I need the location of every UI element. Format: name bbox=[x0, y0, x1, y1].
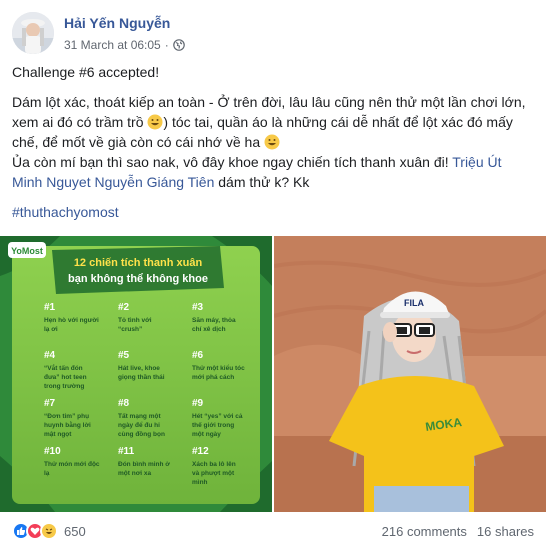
poster-item-text: lạ bbox=[44, 470, 50, 477]
poster-item-text: Săn máy, thỏa bbox=[192, 317, 236, 324]
poster-item-text: trong trường bbox=[44, 383, 84, 390]
poster-item-text: Thử một kiểu tóc bbox=[192, 364, 245, 372]
post-paragraph-3: Ủa còn mí bạn thì sao nak, vô đây khoe n… bbox=[12, 152, 532, 192]
mention-link[interactable]: Nguyet Nguyễn bbox=[46, 174, 143, 190]
poster-item-text: Thử món mới độc bbox=[44, 461, 100, 468]
poster-item-text: đưa” hot teen bbox=[44, 374, 87, 381]
author-name[interactable]: Hải Yến Nguyễn bbox=[64, 15, 170, 31]
paragraph-3-text-a: Ủa còn mí bạn thì sao nak, vô đây khoe n… bbox=[12, 154, 453, 170]
poster-item-text: “Đơn tim” phụ bbox=[44, 413, 89, 420]
post-images: YoMost 12 chiến tích thanh xuân bạn khôn… bbox=[0, 236, 546, 512]
post-header: Hải Yến Nguyễn 31 March at 06:05 · bbox=[12, 10, 532, 56]
poster-item-number: #7 bbox=[44, 398, 56, 409]
poster-item-number: #4 bbox=[44, 350, 56, 361]
poster-item-number: #12 bbox=[192, 446, 209, 457]
poster-item-number: #10 bbox=[44, 446, 61, 457]
shares-count[interactable]: 16 shares bbox=[477, 524, 534, 539]
paragraph-3-text-b: dám thử k? Kk bbox=[214, 174, 310, 190]
poster-item-text: Hẹn hò với người bbox=[44, 317, 99, 324]
poster-item-text: ngày để đu hi bbox=[118, 421, 160, 429]
poster-item-text: chí xê dịch bbox=[192, 326, 226, 333]
engagement-stats: 216 comments 16 shares bbox=[382, 524, 534, 539]
poster-item-text: thế giới trong bbox=[192, 421, 234, 429]
poster-item-number: #8 bbox=[118, 398, 130, 409]
poster-item-text: Tất mạng một bbox=[118, 412, 161, 420]
poster-item-number: #1 bbox=[44, 302, 56, 313]
poster-item-text: một nơi xa bbox=[118, 470, 152, 477]
poster-item-text: và phượt một bbox=[192, 470, 235, 477]
poster-item-text: mật ngọt bbox=[44, 431, 72, 438]
cap-text: FILA bbox=[404, 298, 424, 308]
poster-item-text: huynh bằng lời bbox=[44, 420, 91, 429]
grin-emoji-icon bbox=[147, 114, 163, 130]
grin-emoji-icon bbox=[264, 134, 280, 150]
poster-item-text: Đón bình minh ở bbox=[118, 461, 170, 468]
poster-title-line1: 12 chiến tích thanh xuân bbox=[74, 257, 203, 269]
poster-title-line2: bạn không thể không khoe bbox=[68, 273, 208, 285]
facebook-post: Hải Yến Nguyễn 31 March at 06:05 · Chall… bbox=[0, 0, 546, 553]
reaction-count[interactable]: 650 bbox=[64, 524, 86, 539]
reactions-summary[interactable]: 650 bbox=[12, 522, 86, 540]
poster-item-text: “Vắt tấn đón bbox=[44, 363, 83, 372]
haha-icon bbox=[40, 522, 58, 540]
poster-item-text: mới phá cách bbox=[192, 374, 234, 381]
poster-item-text: Xách ba lô lên bbox=[192, 461, 236, 468]
poster-item-text: cùng đồng bọn bbox=[118, 429, 165, 438]
post-message: Challenge #6 accepted! Dám lột xác, thoá… bbox=[12, 62, 532, 232]
hashtag-link[interactable]: #thuthachyomost bbox=[12, 202, 532, 222]
comments-count[interactable]: 216 comments bbox=[382, 524, 467, 539]
meta-separator: · bbox=[164, 38, 169, 52]
photo-image[interactable]: MOKA FILA bbox=[274, 236, 546, 512]
poster-item-text: mình bbox=[192, 479, 208, 486]
poster-item-text: một ngày bbox=[192, 431, 221, 438]
poster-item-text: Hét “yes” với cả bbox=[192, 413, 243, 420]
globe-icon[interactable] bbox=[172, 39, 185, 51]
poster-item-text: giọng thần thái bbox=[118, 372, 165, 381]
post-paragraph-2: Dám lột xác, thoát kiếp an toàn - Ở trên… bbox=[12, 92, 532, 152]
post-timestamp[interactable]: 31 March at 06:05 bbox=[64, 38, 161, 52]
poster-item-number: #11 bbox=[118, 446, 135, 457]
post-paragraph-1: Challenge #6 accepted! bbox=[12, 64, 160, 80]
post-meta: 31 March at 06:05 · bbox=[64, 38, 185, 52]
poster-item-number: #6 bbox=[192, 350, 204, 361]
poster-item-number: #3 bbox=[192, 302, 204, 313]
poster-image[interactable]: YoMost 12 chiến tích thanh xuân bạn khôn… bbox=[0, 236, 272, 512]
poster-brand: YoMost bbox=[11, 246, 43, 256]
poster-item-number: #2 bbox=[118, 302, 130, 313]
avatar[interactable] bbox=[12, 12, 54, 54]
poster-item-text: “crush” bbox=[118, 326, 142, 333]
poster-item-text: Tỏ tình với bbox=[118, 317, 152, 324]
poster-item-text: Hát live, khoe bbox=[118, 365, 160, 372]
poster-item-text: lạ ơi bbox=[44, 326, 58, 333]
poster-item-number: #9 bbox=[192, 398, 204, 409]
mention-link[interactable]: Giáng Tiên bbox=[147, 174, 215, 190]
post-footer: 650 216 comments 16 shares bbox=[12, 520, 534, 544]
poster-item-number: #5 bbox=[118, 350, 130, 361]
